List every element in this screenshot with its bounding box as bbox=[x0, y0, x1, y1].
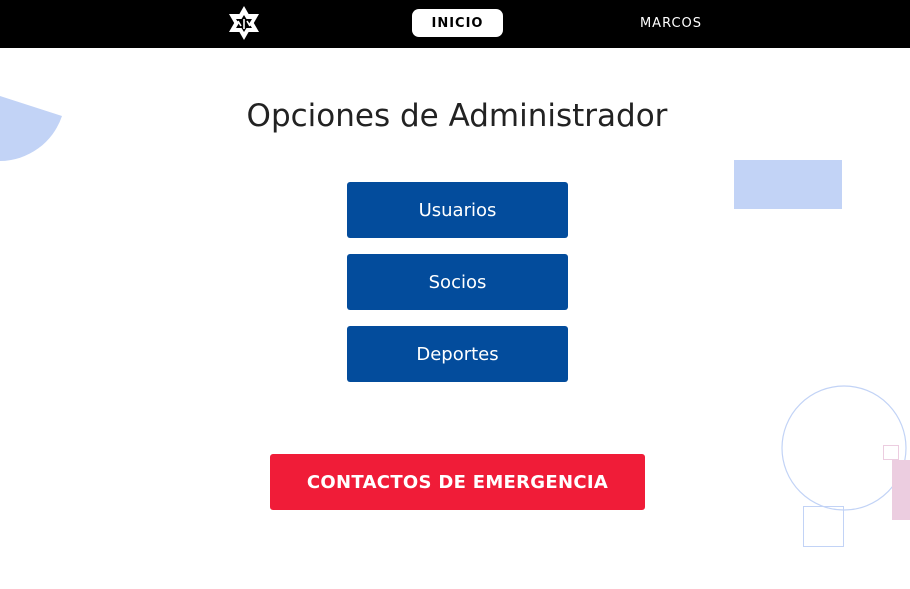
nav-marcos-tab[interactable]: MARCOS bbox=[626, 9, 716, 37]
socios-button[interactable]: Socios bbox=[347, 254, 568, 310]
top-navbar: INICIO MARCOS bbox=[0, 0, 910, 48]
nav-inicio-tab[interactable]: INICIO bbox=[412, 9, 503, 37]
star-of-david-logo-icon[interactable] bbox=[226, 4, 262, 42]
deportes-button[interactable]: Deportes bbox=[347, 326, 568, 382]
deco-square-outline-shape bbox=[803, 506, 844, 547]
deco-rectangle-shape bbox=[734, 160, 842, 209]
page-title: Opciones de Administrador bbox=[246, 98, 668, 134]
emergency-contacts-button[interactable]: CONTACTOS DE EMERGENCIA bbox=[270, 454, 645, 510]
usuarios-button[interactable]: Usuarios bbox=[347, 182, 568, 238]
deco-small-square-shape bbox=[883, 445, 899, 460]
deco-pink-bar-shape bbox=[892, 460, 910, 520]
